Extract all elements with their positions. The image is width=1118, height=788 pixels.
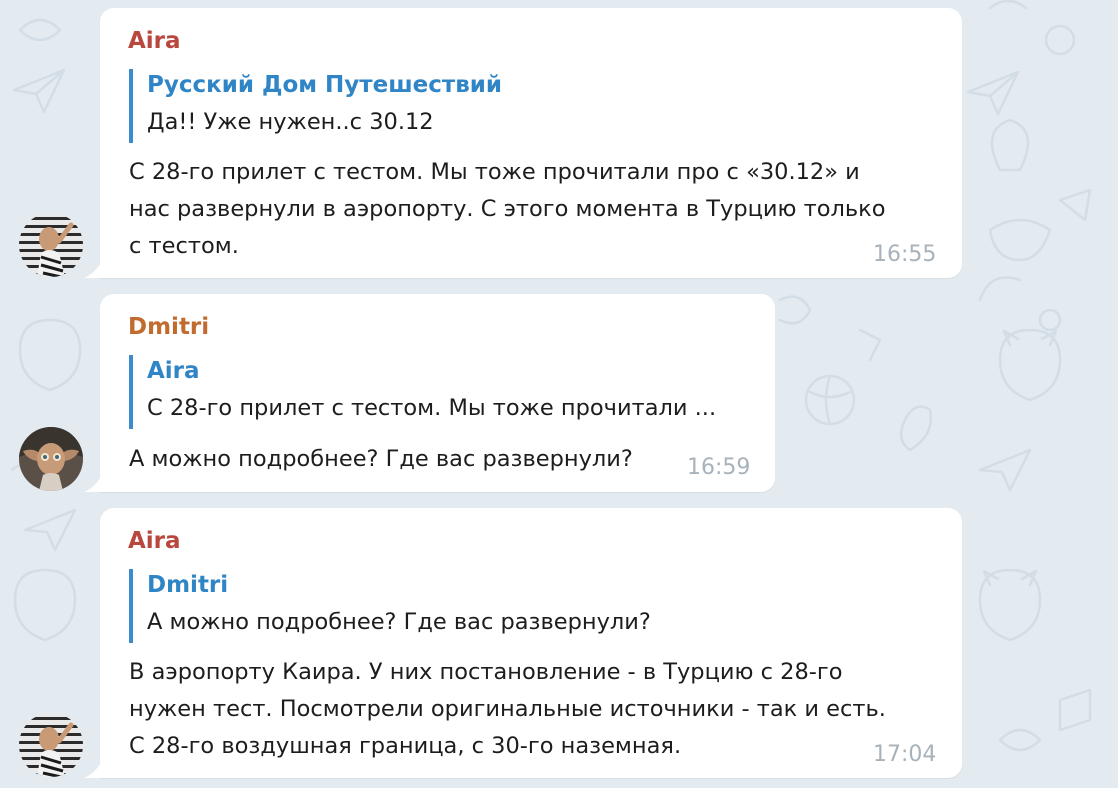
bubble-tail — [84, 470, 104, 492]
message-bubble: Dmitri Aira С 28-го прилет с тестом. Мы … — [100, 294, 775, 492]
user-avatar-photo-icon[interactable] — [19, 213, 83, 277]
reply-sender-name: Aira — [147, 358, 200, 384]
reply-quote[interactable]: Aira С 28-го прилет с тестом. Мы тоже пр… — [129, 355, 749, 429]
message-line: А можно подробнее? Где вас развернули? — [129, 446, 633, 472]
sender-name[interactable]: Dmitri — [128, 311, 209, 343]
sender-name[interactable]: Aira — [128, 525, 181, 557]
message-line: нас развернули в аэропорту. С этого моме… — [129, 196, 886, 222]
message-bubble: Aira Dmitri А можно подробнее? Где вас р… — [100, 508, 962, 778]
reply-quote[interactable]: Dmitri А можно подробнее? Где вас развер… — [129, 569, 889, 643]
reply-quote[interactable]: Русский Дом Путешествий Да!! Уже нужен..… — [129, 69, 889, 143]
reply-text: А можно подробнее? Где вас развернули? — [147, 609, 651, 635]
message-time: 16:59 — [687, 455, 751, 480]
message-time: 17:04 — [873, 742, 937, 767]
reply-text: Да!! Уже нужен..с 30.12 — [147, 109, 434, 135]
reply-sender-name: Dmitri — [147, 572, 229, 598]
message-text: В аэропорту Каира. У них постановление -… — [129, 654, 886, 765]
message-line: В аэропорту Каира. У них постановление -… — [129, 659, 843, 685]
message-text: С 28-го прилет с тестом. Мы тоже прочита… — [129, 154, 886, 265]
bubble-tail — [84, 256, 104, 278]
message-bubble: Aira Русский Дом Путешествий Да!! Уже ну… — [100, 8, 962, 278]
message-time: 16:55 — [873, 242, 937, 267]
bubble-tail — [84, 756, 104, 778]
reply-text: С 28-го прилет с тестом. Мы тоже прочита… — [147, 395, 717, 421]
message-line: нужен тест. Посмотрели оригинальные исто… — [129, 696, 886, 722]
message-text: А можно подробнее? Где вас развернули? — [129, 441, 633, 478]
sender-name[interactable]: Aira — [128, 25, 181, 57]
message-line: С 28-го воздушная граница, с 30-го назем… — [129, 733, 682, 759]
message-line: С 28-го прилет с тестом. Мы тоже прочита… — [129, 159, 860, 185]
message-line: с тестом. — [129, 233, 239, 259]
user-avatar-photo-icon[interactable] — [19, 427, 83, 491]
reply-sender-name: Русский Дом Путешествий — [147, 72, 503, 98]
user-avatar-photo-icon[interactable] — [19, 713, 83, 777]
